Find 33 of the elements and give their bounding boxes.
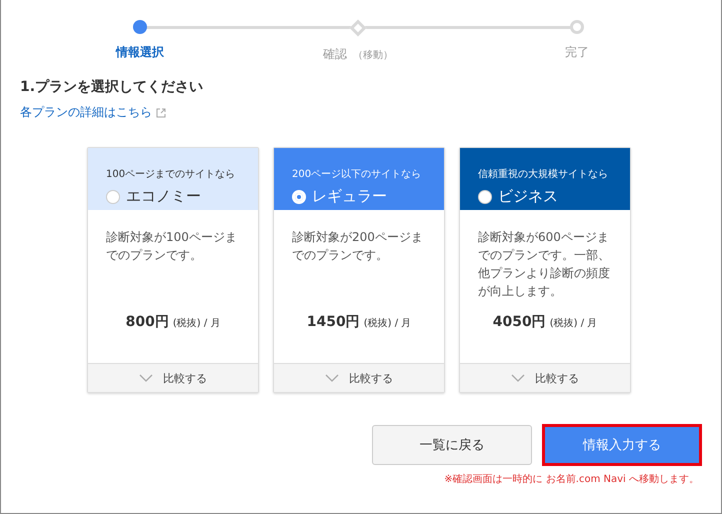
compare-button[interactable]: 比較する — [274, 363, 444, 392]
plan-price: 1450円 — [306, 314, 360, 330]
plan-description: 診断対象が100ページまでのプランです。 — [106, 229, 238, 264]
plan-name: エコノミー — [126, 187, 201, 206]
plan-description: 診断対象が200ページまでのプランです。 — [292, 229, 424, 264]
section-heading: 1.プランを選択してください — [20, 78, 204, 96]
plan-name: レギュラー — [312, 187, 387, 206]
plan-description: 診断対象が600ページまでのプランです。一部、他プランより診断の頻度が向上します。 — [478, 229, 611, 300]
step-label: 確認 — [323, 47, 347, 61]
chevron-down-icon — [139, 374, 153, 382]
step-label: 情報選択 — [116, 45, 164, 59]
chevron-down-icon — [511, 374, 525, 382]
compare-button[interactable]: 比較する — [460, 363, 630, 392]
notice-text: ※確認画面は一時的に お名前.com Navi へ移動します。 — [444, 474, 699, 485]
price-unit: (税抜) / 月 — [550, 318, 598, 329]
external-link-icon — [156, 108, 166, 118]
plan-tagline: 100ページまでのサイトなら — [106, 168, 236, 181]
step-note: （移動） — [353, 50, 393, 61]
step-label: 完了 — [565, 45, 589, 59]
plan-price: 800円 — [126, 314, 169, 330]
plan-price: 4050円 — [492, 314, 546, 330]
radio-button[interactable] — [478, 190, 492, 204]
price-unit: (税抜) / 月 — [364, 318, 412, 329]
plan-tagline: 200ページ以下のサイトなら — [292, 168, 422, 181]
plan-details-link[interactable]: 各プランの詳細はこちら — [20, 104, 152, 121]
radio-button[interactable] — [106, 190, 120, 204]
chevron-down-icon — [325, 374, 339, 382]
compare-button[interactable]: 比較する — [88, 363, 258, 392]
back-button[interactable]: 一覧に戻る — [372, 425, 532, 465]
plan-name: ビジネス — [498, 187, 558, 206]
price-unit: (税抜) / 月 — [172, 318, 220, 329]
plan-tagline: 信頼重視の大規模サイトなら — [478, 168, 608, 181]
submit-button[interactable]: 情報入力する — [542, 424, 702, 466]
